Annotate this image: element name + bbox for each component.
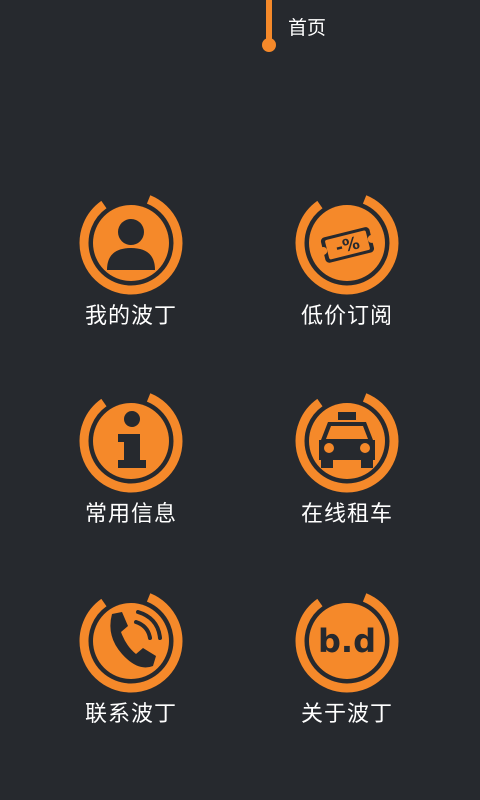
- menu-item-label: 常用信息: [84, 502, 177, 527]
- menu-item-rent-car[interactable]: 在线租车: [262, 386, 432, 536]
- menu-item-label: 关于波丁: [300, 702, 393, 727]
- menu-item-label: 在线租车: [300, 502, 393, 527]
- logo-icon: b.d: [295, 589, 399, 693]
- taxi-icon: [295, 389, 399, 493]
- logo-text: b.d: [318, 622, 376, 660]
- menu-item-common-info[interactable]: 常用信息: [46, 386, 216, 536]
- menu-item-label: 我的波丁: [84, 304, 177, 329]
- info-icon: [79, 389, 183, 493]
- menu-item-about[interactable]: b.d 关于波丁: [262, 586, 432, 736]
- menu-item-contact[interactable]: 联系波丁: [46, 586, 216, 736]
- menu-item-label: 联系波丁: [84, 702, 177, 727]
- timeline-dot: [262, 38, 276, 52]
- menu-item-my-boding[interactable]: 我的波丁: [46, 188, 216, 338]
- coupon-icon: -%: [295, 191, 399, 295]
- menu-item-subscribe[interactable]: -% 低价订阅: [262, 188, 432, 338]
- home-label: 首页: [288, 17, 327, 39]
- phone-icon: [79, 589, 183, 693]
- home-screen: 首页 我的波丁 -% 低价订阅 常用信息 在线租车 联系波丁 b.d 关于波丁: [0, 0, 480, 800]
- user-icon: [79, 191, 183, 295]
- menu-item-label: 低价订阅: [300, 304, 393, 329]
